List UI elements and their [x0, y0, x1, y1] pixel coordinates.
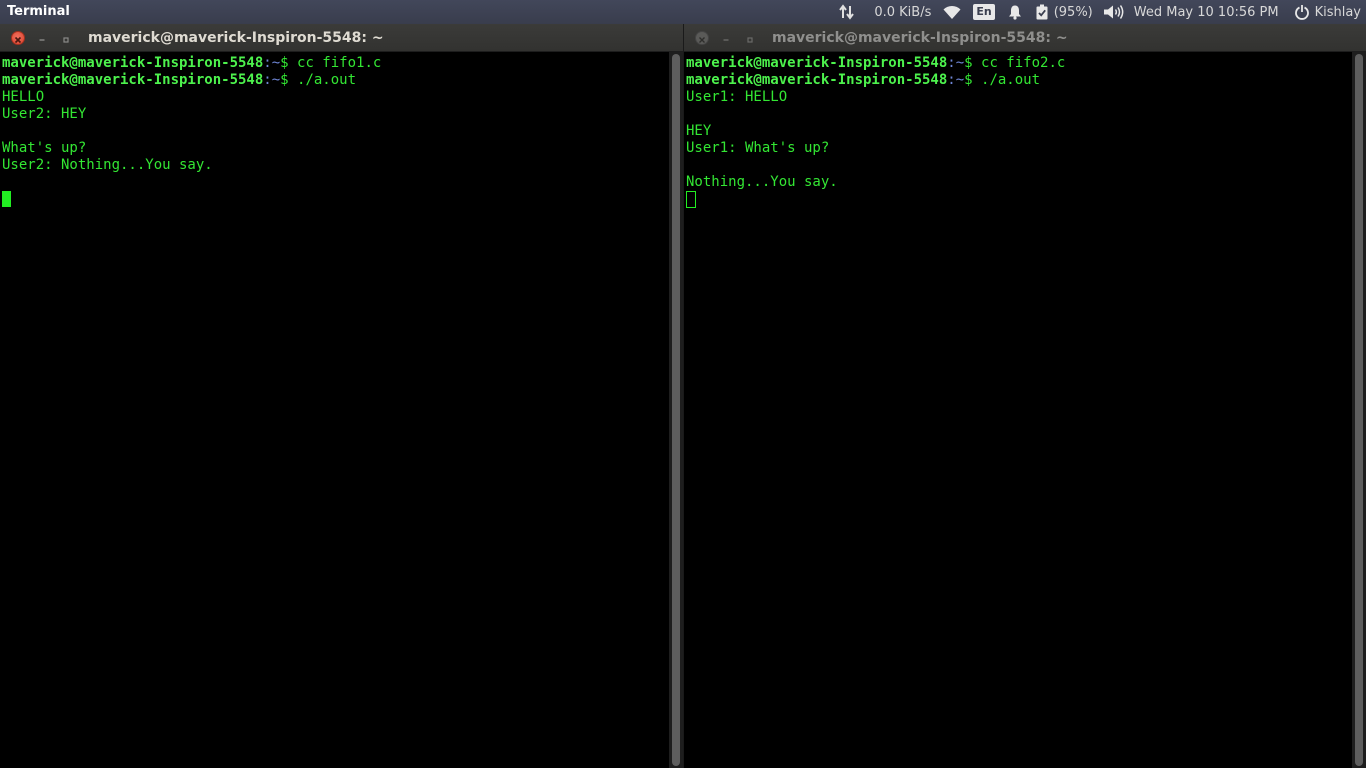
maximize-button[interactable] [743, 31, 757, 45]
window-titlebar[interactable]: maverick@maverick-Inspiron-5548: ~ [0, 24, 683, 52]
command-text: cc fifo2.c [981, 55, 1066, 71]
wifi-indicator[interactable] [943, 0, 961, 24]
prompt-user: maverick@maverick-Inspiron-5548 [2, 55, 264, 71]
output-line: User1: What's up? [686, 140, 830, 156]
prompt-user: maverick@maverick-Inspiron-5548 [686, 55, 948, 71]
scrollbar-thumb[interactable] [1355, 54, 1363, 766]
text-cursor [686, 191, 696, 208]
prompt-user: maverick@maverick-Inspiron-5548 [686, 72, 948, 88]
power-icon [1293, 4, 1311, 20]
scrollbar[interactable] [669, 52, 683, 768]
prompt-line: maverick@maverick-Inspiron-5548:~$ ./a.o… [686, 72, 1352, 89]
prompt-path: :~ [947, 72, 965, 88]
scrollbar[interactable] [1352, 52, 1366, 768]
prompt-sym: $ [964, 72, 982, 88]
terminal-window-right[interactable]: maverick@maverick-Inspiron-5548: ~ maver… [683, 24, 1366, 768]
maximize-button[interactable] [59, 31, 73, 45]
output-line: What's up? [2, 140, 87, 156]
network-transfer-icon [838, 4, 856, 20]
wifi-icon [943, 4, 961, 20]
minimize-icon [38, 29, 46, 48]
network-indicator[interactable] [838, 0, 856, 24]
terminal-output[interactable]: maverick@maverick-Inspiron-5548:~$ cc fi… [0, 52, 669, 768]
indicator-area: 0.0 KiB/s En (95%) Wed May 10 10:56 PM K… [838, 0, 1366, 24]
terminal-window-left[interactable]: maverick@maverick-Inspiron-5548: ~ maver… [0, 24, 683, 768]
scrollbar-thumb[interactable] [672, 54, 680, 766]
keyboard-layout: En [973, 4, 995, 20]
command-text: ./a.out [297, 72, 357, 88]
volume-indicator[interactable] [1103, 0, 1125, 24]
prompt-sym: $ [280, 72, 298, 88]
command-text: cc fifo1.c [297, 55, 382, 71]
window-titlebar[interactable]: maverick@maverick-Inspiron-5548: ~ [684, 24, 1366, 52]
window-title: maverick@maverick-Inspiron-5548: ~ [88, 30, 384, 46]
clock[interactable]: Wed May 10 10:56 PM [1134, 0, 1279, 24]
prompt-sym: $ [280, 55, 298, 71]
text-cursor [2, 191, 11, 207]
output-line: User2: Nothing...You say. [2, 157, 213, 173]
prompt-path: :~ [263, 55, 281, 71]
minimize-button[interactable] [35, 31, 49, 45]
prompt-path: :~ [263, 72, 281, 88]
prompt-user: maverick@maverick-Inspiron-5548 [2, 72, 264, 88]
output-line: User1: HELLO [686, 89, 788, 105]
restore-icon [62, 29, 70, 48]
battery-indicator[interactable] [1035, 0, 1049, 24]
notification-indicator[interactable] [1007, 0, 1023, 24]
close-button[interactable] [695, 31, 709, 45]
cursor-line [2, 191, 669, 208]
close-button[interactable] [11, 31, 25, 45]
window-title: maverick@maverick-Inspiron-5548: ~ [772, 30, 1068, 46]
battery-icon [1035, 4, 1049, 20]
minimize-icon [722, 29, 730, 48]
cursor-line [686, 191, 1352, 208]
close-icon [698, 29, 706, 48]
output-line: HEY [686, 123, 712, 139]
output-line: HELLO [2, 89, 45, 105]
terminal-output[interactable]: maverick@maverick-Inspiron-5548:~$ cc fi… [684, 52, 1352, 768]
prompt-line: maverick@maverick-Inspiron-5548:~$ cc fi… [686, 55, 1352, 72]
keyboard-layout-indicator[interactable]: En [973, 0, 995, 24]
output-line: User2: HEY [2, 106, 87, 122]
bell-icon [1007, 4, 1023, 20]
prompt-line: maverick@maverick-Inspiron-5548:~$ cc fi… [2, 55, 669, 72]
network-speed: 0.0 KiB/s [874, 4, 932, 20]
minimize-button[interactable] [719, 31, 733, 45]
restore-icon [746, 29, 754, 48]
session-user[interactable]: Kishlay [1315, 0, 1361, 24]
prompt-path: :~ [947, 55, 965, 71]
session-indicator[interactable] [1293, 0, 1311, 24]
volume-icon [1103, 4, 1125, 20]
close-icon [14, 29, 22, 48]
top-panel: Terminal 0.0 KiB/s En (95%) Wed May 10 1… [0, 0, 1366, 24]
app-name: Terminal [7, 4, 70, 19]
battery-percentage: (95%) [1053, 4, 1093, 20]
command-text: ./a.out [981, 72, 1041, 88]
prompt-sym: $ [964, 55, 982, 71]
prompt-line: maverick@maverick-Inspiron-5548:~$ ./a.o… [2, 72, 669, 89]
output-line: Nothing...You say. [686, 174, 838, 190]
